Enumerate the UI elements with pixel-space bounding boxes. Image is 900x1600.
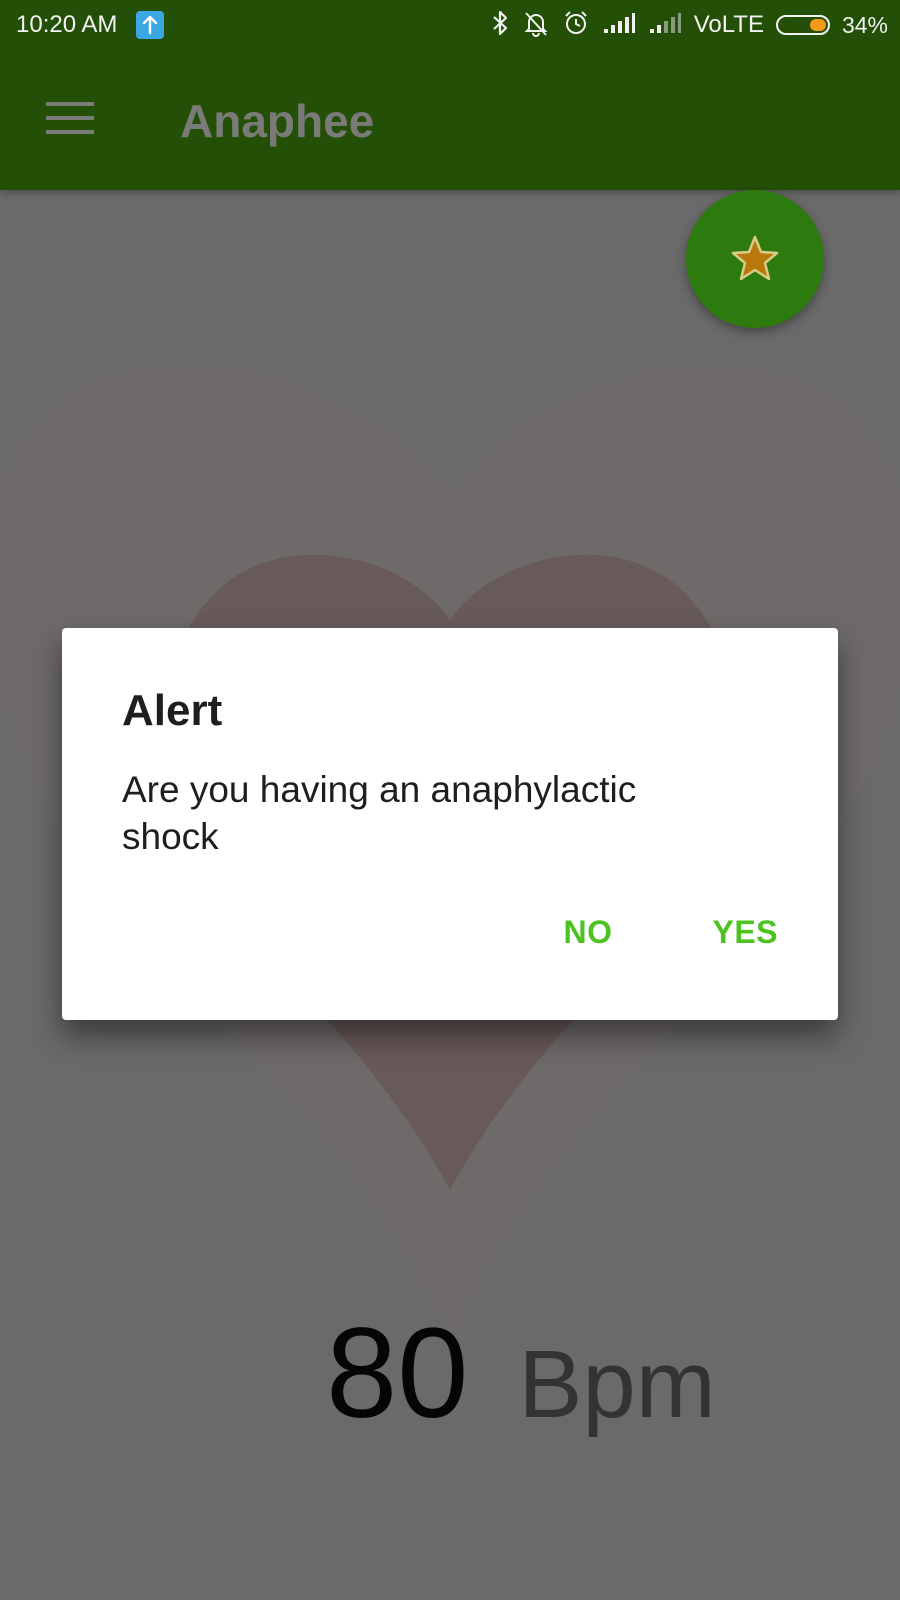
no-button[interactable]: NO bbox=[563, 914, 612, 951]
heart-rate-unit: Bpm bbox=[518, 1331, 716, 1438]
battery-icon bbox=[775, 15, 830, 35]
dialog-title: Alert bbox=[122, 686, 223, 735]
yes-button[interactable]: YES bbox=[712, 914, 778, 951]
heart-rate-value: 80 bbox=[326, 1302, 469, 1445]
dialog-message: Are you having an anaphylactic shock bbox=[122, 769, 637, 857]
heart-rate-display: 80 Bpm bbox=[326, 1310, 716, 1438]
battery-level bbox=[809, 19, 826, 31]
battery-percent: 34% bbox=[841, 11, 888, 38]
alarm-icon bbox=[562, 9, 590, 42]
carrier-label: VoLTE bbox=[693, 11, 764, 38]
star-icon bbox=[731, 235, 779, 281]
bluetooth-icon bbox=[490, 9, 510, 42]
status-icons: VoLTE 34% bbox=[490, 0, 888, 50]
alert-dialog: Alert Are you having an anaphylactic sho… bbox=[62, 628, 838, 1020]
dialog-actions: NO YES bbox=[563, 914, 778, 951]
notifications-off-icon bbox=[522, 9, 550, 42]
status-bar: 10:20 AM VoLTE 34% bbox=[0, 0, 900, 50]
app-bar: Anaphee bbox=[0, 50, 900, 190]
signal-weak-icon bbox=[648, 11, 682, 40]
favorite-fab-button[interactable] bbox=[686, 190, 824, 328]
upload-icon bbox=[136, 11, 164, 39]
status-time: 10:20 AM bbox=[16, 11, 118, 38]
signal-icon bbox=[602, 11, 636, 40]
hamburger-menu-icon[interactable] bbox=[46, 100, 94, 136]
app-title: Anaphee bbox=[180, 95, 375, 147]
